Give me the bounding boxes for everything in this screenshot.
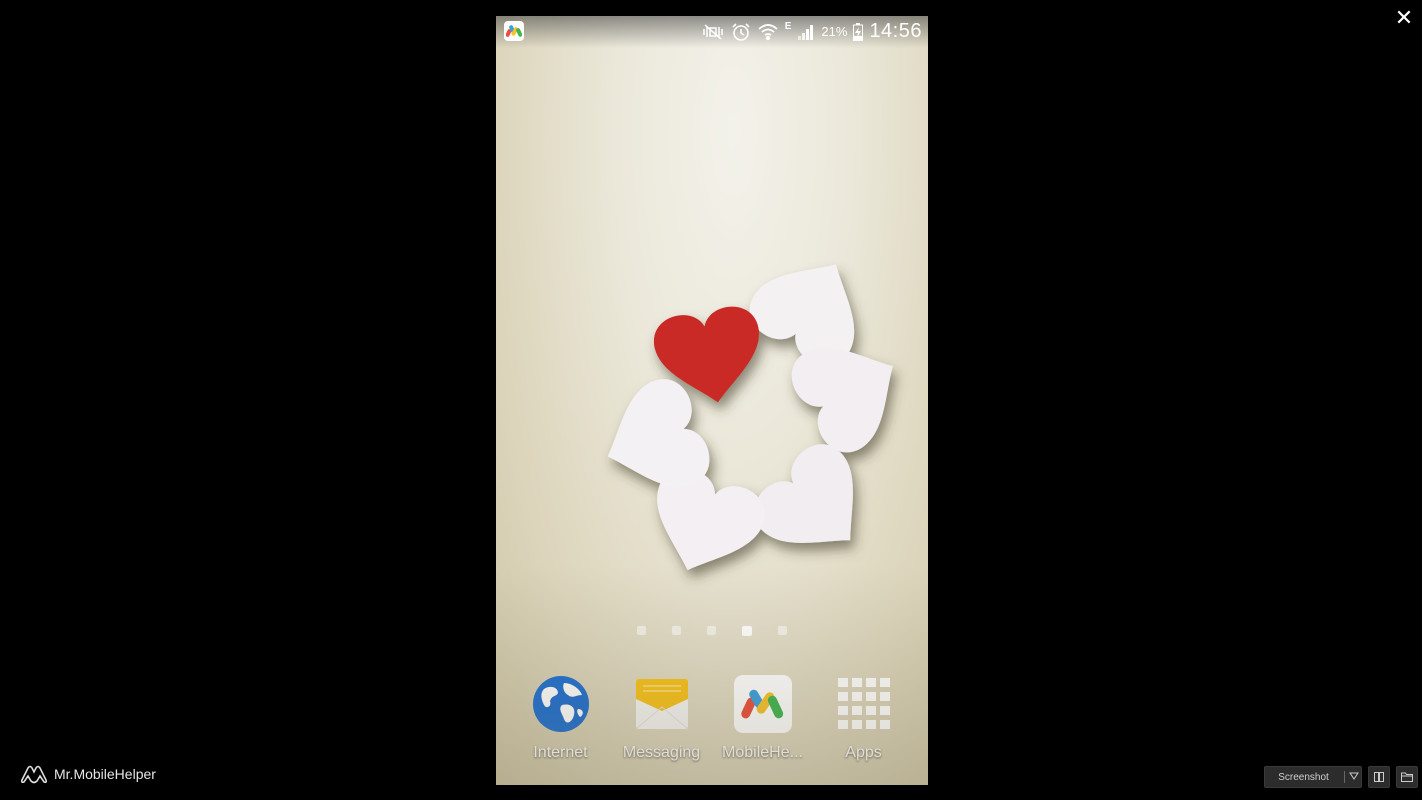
globe-icon — [531, 674, 591, 734]
app-mobilehelper[interactable]: MobileHe... — [713, 674, 813, 762]
home-page-indicator — [496, 626, 928, 636]
page-dot[interactable] — [672, 626, 681, 635]
apps-grid-icon — [834, 674, 894, 734]
open-folder-button[interactable] — [1396, 766, 1418, 788]
screenshot-label: Screenshot — [1278, 771, 1329, 783]
app-apps-drawer[interactable]: Apps — [814, 674, 914, 762]
screenshot-button[interactable]: Screenshot — [1264, 766, 1362, 788]
wifi-icon — [757, 22, 779, 42]
app-label: Internet — [533, 744, 588, 761]
mobilehelper-logo-icon — [20, 765, 48, 784]
brand-logo: Mr.MobileHelper — [20, 764, 156, 784]
split-view-icon — [1374, 772, 1384, 782]
battery-charging-icon — [853, 22, 864, 41]
app-label: Apps — [845, 744, 882, 761]
mute-vibrate-icon — [701, 23, 725, 41]
alarm-icon — [731, 22, 751, 42]
folder-icon — [1401, 772, 1413, 782]
status-bar: E 21% 14:56 — [496, 16, 928, 48]
bottom-toolbar: Screenshot — [1264, 766, 1418, 788]
app-label: MobileHe... — [722, 744, 803, 761]
signal-icon — [797, 24, 815, 40]
wallpaper-hearts-image — [596, 236, 921, 590]
mobilehelper-notification-icon — [504, 21, 524, 41]
clock: 14:56 — [869, 20, 922, 42]
mobilehelper-icon — [733, 674, 793, 734]
page-dot[interactable] — [707, 626, 716, 635]
separator — [1344, 771, 1345, 783]
brand-name: Mr.MobileHelper — [54, 766, 156, 782]
page-dot[interactable] — [637, 626, 646, 635]
app-internet[interactable]: Internet — [511, 674, 611, 762]
app-dock: Internet Messaging MobileHe... Apps — [496, 674, 928, 762]
page-dot-active[interactable] — [742, 626, 752, 636]
phone-screen[interactable]: E 21% 14:56 Internet Messaging MobileHe.… — [496, 16, 928, 785]
split-view-button[interactable] — [1368, 766, 1390, 788]
triangle-down-icon[interactable] — [1349, 772, 1359, 783]
app-label: Messaging — [622, 744, 701, 761]
battery-percent: 21% — [821, 24, 848, 39]
heart-white — [742, 432, 890, 580]
page-dot[interactable] — [778, 626, 787, 635]
close-button[interactable]: ✕ — [1392, 6, 1416, 30]
envelope-icon — [632, 674, 692, 734]
network-type-label: E — [784, 21, 792, 32]
app-messaging[interactable]: Messaging — [612, 674, 712, 762]
